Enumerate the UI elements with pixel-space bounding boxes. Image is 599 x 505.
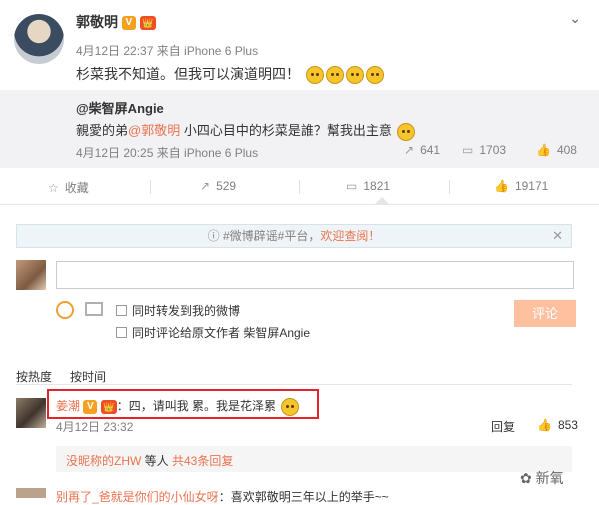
star-icon: ☆ bbox=[48, 181, 59, 195]
sub-reply-summary: 没昵称的ZHW 等人 共43条回复 bbox=[66, 454, 234, 468]
comment-like-button[interactable]: 👍 853 bbox=[537, 418, 578, 432]
thumbs-up-icon: 👍 bbox=[494, 179, 509, 193]
repost-text: 親愛的弟@郭敬明 小四心目中的杉菜是誰？幫我出主意 bbox=[76, 120, 416, 141]
my-avatar[interactable] bbox=[16, 260, 46, 290]
thumbs-up-icon: 👍 bbox=[536, 143, 551, 157]
doge-emoji-icon bbox=[345, 66, 364, 85]
repost-author[interactable]: @柴智屏Angie bbox=[76, 98, 164, 117]
post-text: 杉菜我不知道。但我可以演道明四！ bbox=[76, 64, 384, 85]
repost-comment-button[interactable]: ▭ 1703 bbox=[462, 143, 506, 157]
sub-reply-user[interactable]: 没昵称的ZHW bbox=[66, 454, 141, 468]
wechat-icon: ✿ bbox=[520, 470, 536, 486]
image-upload-icon[interactable] bbox=[85, 302, 103, 316]
crown-icon: 👑 bbox=[139, 16, 156, 31]
comment-input[interactable] bbox=[56, 261, 574, 289]
comment-time: 4月12日 23:32 bbox=[56, 420, 134, 434]
emoji-picker-icon[interactable] bbox=[56, 301, 74, 319]
like-button[interactable]: 👍 19171 bbox=[494, 179, 548, 193]
repost-meta: 4月12日 20:25 来自 iPhone 6 Plus bbox=[76, 146, 259, 160]
comment-icon: ▭ bbox=[462, 143, 474, 157]
share-icon: ↗ bbox=[404, 143, 415, 157]
repost-checkbox[interactable] bbox=[116, 305, 127, 316]
divider bbox=[16, 384, 572, 385]
reply-button[interactable]: 回复 bbox=[491, 418, 515, 435]
tab-sort-time[interactable]: 按时间 bbox=[70, 368, 106, 385]
next-comment: 别再了_爸就是你们的小仙女呀：喜欢郭敬明三年以上的举手~~ bbox=[56, 490, 389, 504]
favorite-button[interactable]: ☆ 收藏 bbox=[48, 179, 89, 196]
repost-button[interactable]: ↗ 529 bbox=[200, 179, 236, 193]
thinking-emoji-icon bbox=[397, 122, 416, 141]
sub-reply-link[interactable]: 共43条回复 bbox=[172, 454, 233, 468]
mention-link[interactable]: @郭敬明 bbox=[128, 123, 180, 138]
thumbs-up-icon: 👍 bbox=[537, 418, 552, 432]
highlight-box bbox=[47, 389, 319, 419]
doge-emoji-icon bbox=[325, 66, 344, 85]
repost-repost-button[interactable]: ↗ 641 bbox=[404, 143, 440, 157]
tab-sort-hot[interactable]: 按热度 bbox=[16, 368, 52, 385]
rumor-notice: ⓘ #微博辟谣#平台，欢迎查阅！ bbox=[16, 224, 572, 248]
submit-comment-button[interactable]: 评论 bbox=[514, 300, 576, 327]
watermark: ✿ 新氧 bbox=[520, 470, 564, 486]
doge-emoji-icon bbox=[365, 66, 384, 85]
post-meta: 4月12日 22:37 来自 iPhone 6 Plus bbox=[76, 44, 259, 58]
post-author[interactable]: 郭敬明 V 👑 bbox=[76, 12, 156, 32]
chevron-down-icon[interactable]: ⌄ bbox=[569, 10, 581, 27]
close-icon[interactable]: ✕ bbox=[552, 228, 563, 244]
repost-like-button[interactable]: 👍 408 bbox=[536, 143, 577, 157]
verified-icon: V bbox=[121, 16, 136, 31]
repost-option-label: 同时转发到我的微博 bbox=[132, 304, 241, 318]
divider bbox=[299, 180, 300, 194]
active-tab-pointer bbox=[375, 197, 389, 204]
commenter-avatar[interactable] bbox=[16, 398, 46, 428]
divider bbox=[150, 180, 151, 194]
share-icon: ↗ bbox=[200, 179, 211, 193]
next-commenter-name[interactable]: 别再了_爸就是你们的小仙女呀 bbox=[56, 490, 219, 504]
doge-emoji-icon bbox=[305, 66, 324, 85]
comment-button[interactable]: ▭ 1821 bbox=[346, 179, 390, 193]
divider bbox=[449, 180, 450, 194]
author-name[interactable]: 郭敬明 bbox=[76, 14, 118, 30]
next-commenter-avatar[interactable] bbox=[16, 488, 46, 498]
comment-original-checkbox[interactable] bbox=[116, 327, 127, 338]
notice-link[interactable]: 欢迎查阅！ bbox=[320, 229, 380, 243]
comment-original-label: 同时评论给原文作者 柴智屏Angie bbox=[132, 326, 311, 340]
comment-icon: ▭ bbox=[346, 179, 358, 193]
author-avatar[interactable] bbox=[14, 14, 64, 64]
info-icon: ⓘ bbox=[207, 229, 223, 243]
